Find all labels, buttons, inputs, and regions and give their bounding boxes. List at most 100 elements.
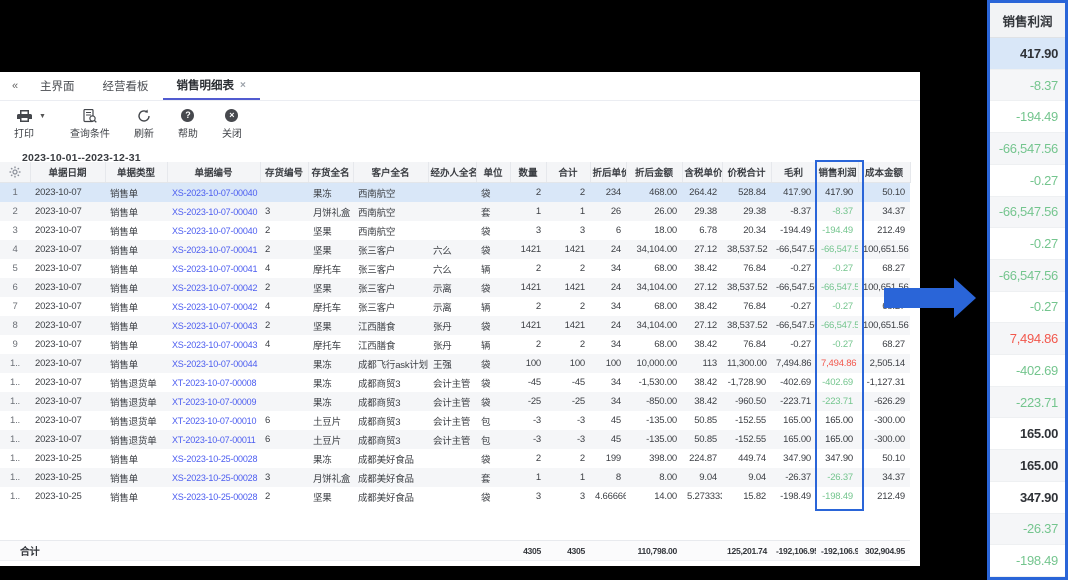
column-header-14[interactable]: 毛利 [771, 162, 816, 183]
cell-num: 1.. [0, 354, 30, 373]
cell-unit: 袋 [476, 316, 510, 335]
close-icon: × [225, 108, 238, 123]
cell-type: 销售单 [105, 335, 167, 354]
cell-cost: 212.49 [858, 487, 910, 506]
cell-damt: 10,000.00 [626, 354, 682, 373]
cell-doc[interactable]: XS-2023-10-07-00040 [167, 221, 260, 240]
table-row[interactable]: 1..2023-10-07销售单XS-2023-10-07-00044果冻成都飞… [0, 354, 910, 373]
cell-gross: -198.49 [771, 487, 816, 506]
tab-1[interactable]: 经营看板 [89, 72, 163, 100]
tab-0[interactable]: 主界面 [26, 72, 89, 100]
column-header-1[interactable]: 单据类型 [105, 162, 167, 183]
print-button[interactable]: 打印 [14, 108, 34, 140]
refresh-button[interactable]: 刷新 [134, 108, 154, 140]
query-icon [83, 108, 97, 123]
cell-doc[interactable]: XT-2023-10-07-00011 [167, 430, 260, 449]
table-row[interactable]: 1..2023-10-25销售单XS-2023-10-25-000283月饼礼盒… [0, 468, 910, 487]
collapse-tabs-button[interactable]: « [4, 72, 26, 100]
column-header-4[interactable]: 存货全名 [308, 162, 353, 183]
column-header-10[interactable]: 折后单价 [590, 162, 626, 183]
cell-date: 2023-10-07 [30, 202, 105, 221]
cell-doc[interactable]: XS-2023-10-07-00041 [167, 259, 260, 278]
cell-doc[interactable]: XS-2023-10-07-00043 [167, 335, 260, 354]
column-header-7[interactable]: 单位 [476, 162, 510, 183]
tab-2[interactable]: 销售明细表× [163, 72, 260, 100]
cell-doc[interactable]: XT-2023-10-07-00008 [167, 373, 260, 392]
column-header-6[interactable]: 经办人全名 [428, 162, 476, 183]
table-row[interactable]: 1..2023-10-07销售退货单XT-2023-10-07-000116土豆… [0, 430, 910, 449]
cell-total: 1421 [546, 240, 590, 259]
cell-damt: 18.00 [626, 221, 682, 240]
close-button[interactable]: ×关闭 [222, 108, 242, 140]
cell-doc[interactable]: XS-2023-10-07-00040 [167, 183, 260, 203]
column-header-12[interactable]: 含税单价 [682, 162, 722, 183]
cell-doc[interactable]: XS-2023-10-25-00028 [167, 449, 260, 468]
magnified-profit-cell: 165.00 [990, 418, 1065, 450]
column-header-9[interactable]: 合计 [546, 162, 590, 183]
column-header-5[interactable]: 客户全名 [353, 162, 428, 183]
cell-inv_no: 6 [260, 411, 308, 430]
cell-inv_no: 2 [260, 240, 308, 259]
table-row[interactable]: 92023-10-07销售单XS-2023-10-07-000434摩托车江西膳… [0, 335, 910, 354]
cell-type: 销售单 [105, 354, 167, 373]
cell-doc[interactable]: XS-2023-10-07-00042 [167, 278, 260, 297]
cell-doc[interactable]: XS-2023-10-07-00042 [167, 297, 260, 316]
totals-empty [260, 541, 308, 561]
column-header-0[interactable]: 单据日期 [30, 162, 105, 183]
cell-doc[interactable]: XS-2023-10-07-00041 [167, 240, 260, 259]
cell-doc[interactable]: XS-2023-10-07-00040 [167, 202, 260, 221]
column-settings-gear-icon[interactable] [0, 162, 30, 183]
cell-type: 销售单 [105, 221, 167, 240]
column-header-2[interactable]: 单据编号 [167, 162, 260, 183]
cell-total: -3 [546, 430, 590, 449]
table-row[interactable]: 1..2023-10-07销售退货单XT-2023-10-07-00009果冻成… [0, 392, 910, 411]
cell-type: 销售退货单 [105, 411, 167, 430]
magnified-profit-panel: 销售利润 417.90-8.37-194.49-66,547.56-0.27-6… [987, 0, 1068, 580]
column-header-13[interactable]: 价税合计 [722, 162, 771, 183]
column-header-11[interactable]: 折后金额 [626, 162, 682, 183]
column-header-15[interactable]: 销售利润 [816, 162, 858, 183]
cell-total: 2 [546, 449, 590, 468]
table-row[interactable]: 82023-10-07销售单XS-2023-10-07-000432坚果江西膳食… [0, 316, 910, 335]
table-row[interactable]: 1..2023-10-07销售退货单XT-2023-10-07-000106土豆… [0, 411, 910, 430]
cell-doc[interactable]: XS-2023-10-25-00028 [167, 468, 260, 487]
query-button[interactable]: 查询条件 [70, 108, 110, 140]
table-row[interactable]: 62023-10-07销售单XS-2023-10-07-000422坚果张三客户… [0, 278, 910, 297]
cell-type: 销售单 [105, 202, 167, 221]
cell-date: 2023-10-07 [30, 221, 105, 240]
cell-cust: 张三客户 [353, 240, 428, 259]
table-row[interactable]: 52023-10-07销售单XS-2023-10-07-000414摩托车张三客… [0, 259, 910, 278]
cell-total: 3 [546, 487, 590, 506]
cell-ttotal: 76.84 [722, 259, 771, 278]
column-header-3[interactable]: 存货编号 [260, 162, 308, 183]
cell-qty: 2 [510, 449, 546, 468]
tab-close-icon[interactable]: × [240, 80, 246, 91]
totals-label: 合计 [0, 541, 105, 561]
cell-cust: 成都美好食品 [353, 468, 428, 487]
column-header-8[interactable]: 数量 [510, 162, 546, 183]
table-row[interactable]: 1..2023-10-25销售单XS-2023-10-25-000282坚果成都… [0, 487, 910, 506]
cell-doc[interactable]: XT-2023-10-07-00010 [167, 411, 260, 430]
totals-empty [167, 541, 260, 561]
help-button[interactable]: ?帮助 [178, 108, 198, 140]
table-row[interactable]: 22023-10-07销售单XS-2023-10-07-000403月饼礼盒西南… [0, 202, 910, 221]
cell-qty: -25 [510, 392, 546, 411]
cell-total: 100 [546, 354, 590, 373]
print-dropdown-caret-icon[interactable]: ▼ [39, 113, 46, 120]
cell-ttotal: 20.34 [722, 221, 771, 240]
table-row[interactable]: 72023-10-07销售单XS-2023-10-07-000424摩托车张三客… [0, 297, 910, 316]
cell-cust: 成都美好食品 [353, 487, 428, 506]
column-header-16[interactable]: 成本金额 [858, 162, 910, 183]
cell-hand: 六么 [428, 259, 476, 278]
cell-doc[interactable]: XS-2023-10-07-00043 [167, 316, 260, 335]
cell-doc[interactable]: XS-2023-10-25-00028 [167, 487, 260, 506]
table-row[interactable]: 1..2023-10-25销售单XS-2023-10-25-00028果冻成都美… [0, 449, 910, 468]
table-row[interactable]: 42023-10-07销售单XS-2023-10-07-000412坚果张三客户… [0, 240, 910, 259]
cell-type: 销售单 [105, 297, 167, 316]
cell-tprice: 27.12 [682, 278, 722, 297]
table-row[interactable]: 12023-10-07销售单XS-2023-10-07-00040果冻西南航空袋… [0, 183, 910, 203]
cell-doc[interactable]: XT-2023-10-07-00009 [167, 392, 260, 411]
table-row[interactable]: 32023-10-07销售单XS-2023-10-07-000402坚果西南航空… [0, 221, 910, 240]
table-row[interactable]: 1..2023-10-07销售退货单XT-2023-10-07-00008果冻成… [0, 373, 910, 392]
cell-doc[interactable]: XS-2023-10-07-00044 [167, 354, 260, 373]
